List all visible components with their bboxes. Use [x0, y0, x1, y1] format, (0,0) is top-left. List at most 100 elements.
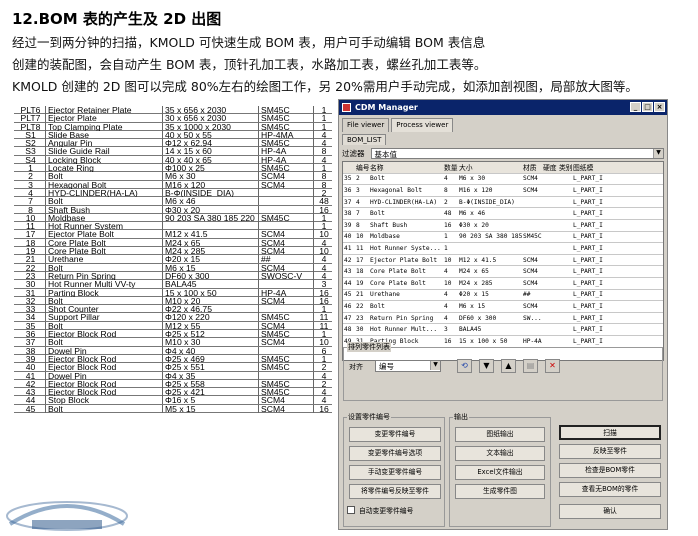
check-bom-part-button[interactable]: 检查是BOM零件: [559, 463, 661, 478]
column-header[interactable]: 材质: [522, 162, 542, 172]
grid-cell: L_PART_I: [573, 244, 603, 252]
table-cell: B-Φ(INSIDE_DIA): [163, 188, 259, 197]
column-header[interactable]: 数量: [443, 162, 458, 172]
grid-row[interactable]: 4931Parting Block1615 x 100 x 50HP-4AL_P…: [343, 336, 663, 348]
intro-line-2: 创建的装配图，会自动产生 BOM 表，顶针孔加工表，水路加工表，螺丝孔加工表等。: [12, 57, 487, 72]
table-cell: [163, 222, 259, 231]
table-cell: 10: [319, 247, 329, 256]
grid-row[interactable]: 42 17 Ejector Plate Bolt 10 M12 x 41.5 SCM4 L_…: [343, 255, 663, 267]
column-header[interactable]: 类别: [558, 162, 572, 172]
close-icon[interactable]: ×: [654, 102, 665, 112]
grid-row[interactable]: 43 18 Core Plate Bolt 4 M24 x 65 SCM4 L_PART_I: [343, 266, 663, 278]
table-cell: Dowel Pin: [46, 371, 163, 380]
generate-part-drawing-button[interactable]: 生成零件图: [455, 484, 545, 499]
number-options-button[interactable]: 变更零件编号选项: [349, 446, 441, 461]
column-header[interactable]: 硬度: [542, 162, 558, 172]
table-cell: Φ120 x 220: [163, 313, 259, 322]
table-cell: 1: [321, 305, 327, 314]
grid-row[interactable]: 39 8 Shaft Bush 16 Φ30 x 20 L_PART_I: [343, 220, 663, 232]
table-row: 40 Ejector Block Rod Φ25 x 551 SM45C 2: [14, 363, 332, 372]
confirm-button[interactable]: 确认: [559, 504, 661, 519]
table-cell: 38: [14, 346, 46, 355]
grid-row[interactable]: 35 2 Bolt 4 M6 x 30 SCM4 L_PART_I: [343, 174, 663, 186]
arrow-down-icon[interactable]: ▼: [479, 359, 494, 373]
scan-button[interactable]: 扫描: [559, 425, 661, 440]
table-cell: Urethane: [46, 255, 163, 264]
grid-cell: 18: [356, 268, 364, 276]
table-cell: 10: [319, 338, 329, 347]
minimize-icon[interactable]: _: [630, 102, 641, 112]
grid-cell: 22: [356, 302, 364, 310]
table-cell: SCM4: [259, 321, 314, 330]
grid-cell: 19: [356, 279, 364, 287]
auto-number-label: 自动变更零件编号: [359, 507, 414, 515]
grid-cell: 41: [344, 244, 352, 252]
grid-cell: 90 203 SA 380 185 220: [459, 233, 522, 241]
table-cell: Hot Runner System: [46, 222, 163, 231]
chevron-down-icon[interactable]: ▼: [653, 148, 663, 158]
table-cell: Φ4 x 40: [163, 346, 259, 355]
grid-cell: 40: [344, 233, 352, 241]
grid-cell: 10: [444, 279, 452, 287]
table-cell: Bolt: [46, 404, 163, 413]
table-cell: DF60 x 300: [163, 271, 259, 280]
table-row: 34 Support Pillar Φ120 x 220 SM45C 11: [14, 313, 332, 322]
excel-output-button[interactable]: Excel文件输出: [455, 465, 545, 480]
column-header[interactable]: 大小: [458, 162, 522, 172]
table-row: S3 Slide Guide Rail 14 x 15 x 60 HP-4A 8: [14, 147, 332, 156]
dialog-titlebar[interactable]: CDM Manager _ □ ×: [339, 100, 667, 115]
grid-row[interactable]: 41 11 Hot Runner Syste... 1 L_PART_I: [343, 243, 663, 255]
maximize-icon[interactable]: □: [642, 102, 653, 112]
chevron-down-icon[interactable]: ▼: [430, 361, 440, 370]
table-cell: HP-4A: [259, 288, 314, 297]
table-cell: Ejector Plate Bolt: [46, 230, 163, 239]
grid-cell: 4: [444, 314, 448, 322]
arrow-up-icon[interactable]: ▲: [501, 359, 516, 373]
apply-number-to-part-button[interactable]: 将零件编号反映至零件: [349, 484, 441, 499]
delete-icon[interactable]: ✕: [545, 359, 560, 373]
grid-row[interactable]: 45 21 Urethane 4 Φ20 x 15 ## L_PART_I: [343, 290, 663, 302]
table-cell: Return Pin Spring: [46, 271, 163, 280]
text-output-button[interactable]: 文本输出: [455, 446, 545, 461]
reflect-to-part-button[interactable]: 反映至零件: [559, 444, 661, 459]
grid-row[interactable]: 36 3 Hexagonal Bolt 8 M16 x 120 SCM4 L_PART_I: [343, 185, 663, 197]
table-cell: SM45C: [259, 363, 314, 372]
grid-row[interactable]: 46 22 Bolt 4 M6 x 15 SCM4 L_PART_I: [343, 301, 663, 313]
refresh-icon[interactable]: ⟲: [457, 359, 472, 373]
table-cell: 4: [321, 139, 327, 148]
change-part-number-button[interactable]: 变更零件编号: [349, 427, 441, 442]
column-header[interactable]: 编号: [355, 162, 369, 172]
tab-file-viewer[interactable]: File viewer: [342, 118, 390, 132]
grid-row[interactable]: 38 7 Bolt 48 M6 x 46 L_PART_I: [343, 208, 663, 220]
grid-row[interactable]: 40 10 Moldbase 1 90 203 SA 380 185 220SM45C L…: [343, 232, 663, 244]
grid-row[interactable]: 48 30 Hot Runner Mult... 3 BALA45 L_PART_I: [343, 324, 663, 336]
table-cell: 22: [14, 263, 46, 272]
tab-process-viewer[interactable]: Process viewer: [391, 118, 454, 132]
grid-row[interactable]: 47 23 Return Pin Spring 4 DF60 x 300 SW... L_P…: [343, 313, 663, 325]
grid-row[interactable]: 37 4 HYD-CLINDER(HA-LA) 2 B-Φ(INSIDE_DIA) L_P…: [343, 197, 663, 209]
bom-grid[interactable]: 编号 名称 数量 大小 材质 硬度 类别 图纸模 35 2 Bolt 4 M6 x 30 SCM4 L_PA…: [342, 161, 664, 361]
filter-select[interactable]: 基本值 ▼: [370, 147, 664, 159]
table-cell: Hot Runner Multi VV-ty: [46, 280, 163, 289]
edit-icon[interactable]: ▤: [523, 359, 538, 373]
table-row: 41 Dowel Pin Φ4 x 35 4: [14, 371, 332, 380]
table-cell: Locate Ring: [46, 164, 163, 173]
drawing-output-button[interactable]: 图纸输出: [455, 427, 545, 442]
column-header[interactable]: 名称: [369, 162, 443, 172]
manual-number-button[interactable]: 手动变更零件编号: [349, 465, 441, 480]
table-cell: 23: [14, 271, 46, 280]
table-cell: 1: [321, 213, 327, 222]
grid-cell: BALA45: [459, 326, 482, 334]
grid-cell: 48: [444, 210, 452, 218]
sort-select[interactable]: 编号 ▼: [375, 360, 441, 372]
table-cell: SCM4: [259, 296, 314, 305]
auto-number-checkbox[interactable]: [347, 506, 355, 514]
tab-bom-list[interactable]: BOM_LIST: [342, 134, 387, 145]
table-cell: 35 x 656 x 2030: [163, 106, 259, 114]
view-non-bom-parts-button[interactable]: 查看无BOM的零件: [559, 482, 661, 497]
table-cell: 36: [14, 330, 46, 339]
column-header[interactable]: 图纸模: [572, 162, 604, 172]
grid-cell: Core Plate Bolt: [370, 268, 426, 276]
table-cell: HP-4A: [259, 155, 314, 164]
grid-row[interactable]: 44 19 Core Plate Bolt 10 M24 x 285 SCM4 L_PART…: [343, 278, 663, 290]
